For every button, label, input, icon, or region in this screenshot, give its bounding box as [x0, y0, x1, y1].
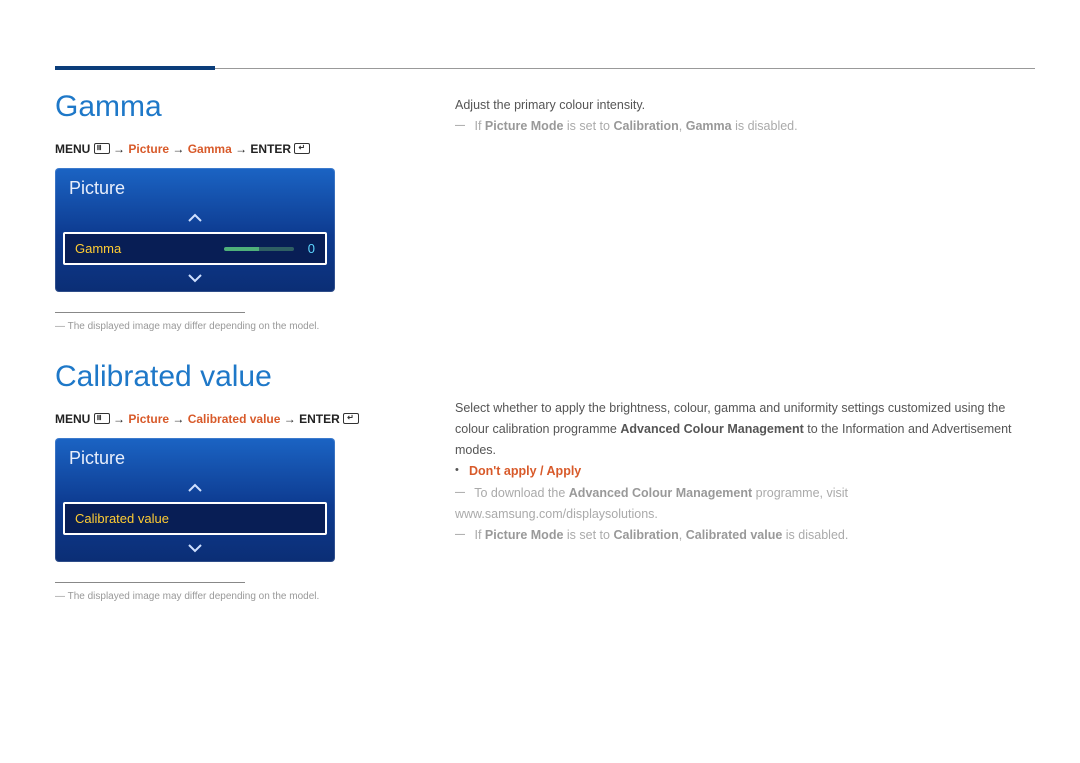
- osd-item-label: Gamma: [75, 241, 121, 256]
- slider-icon: [224, 247, 294, 251]
- enter-icon: [294, 143, 310, 154]
- breadcrumb-menu: MENU: [55, 412, 90, 426]
- breadcrumb-menu: MENU: [55, 142, 90, 156]
- top-rule-accent: [55, 66, 215, 70]
- enter-icon: [343, 413, 359, 424]
- breadcrumb-enter: ENTER: [250, 142, 291, 156]
- divider: [55, 312, 245, 313]
- osd-item-gamma[interactable]: Gamma 0: [63, 232, 327, 265]
- footnote-calibrated: ― The displayed image may differ dependi…: [55, 591, 395, 602]
- menu-icon: [94, 143, 110, 154]
- osd-title: Picture: [55, 168, 335, 209]
- divider: [55, 582, 245, 583]
- osd-item-value: 0: [308, 241, 315, 256]
- scroll-down-button[interactable]: [55, 269, 335, 292]
- note-gamma: If Picture Mode is set to Calibration, G…: [455, 116, 1035, 137]
- note-download: To download the Advanced Colour Manageme…: [455, 483, 1035, 526]
- osd-item-calibrated[interactable]: Calibrated value: [63, 502, 327, 535]
- breadcrumb-picture: Picture: [128, 142, 169, 156]
- menu-icon: [94, 413, 110, 424]
- footnote-gamma: ― The displayed image may differ dependi…: [55, 321, 395, 332]
- chevron-up-icon: [188, 483, 202, 493]
- breadcrumb-calibrated: MENU → Picture → Calibrated value → ENTE…: [55, 412, 395, 426]
- breadcrumb-gamma: MENU → Picture → Gamma → ENTER: [55, 142, 395, 156]
- desc-gamma: Adjust the primary colour intensity.: [455, 95, 1035, 116]
- osd-panel-calibrated: Picture Calibrated value: [55, 438, 335, 562]
- note-calibrated: If Picture Mode is set to Calibration, C…: [455, 525, 1035, 546]
- breadcrumb-enter: ENTER: [299, 412, 340, 426]
- osd-panel-gamma: Picture Gamma 0: [55, 168, 335, 292]
- heading-calibrated: Calibrated value: [55, 360, 395, 394]
- options-calibrated: Don't apply / Apply: [455, 461, 1035, 482]
- chevron-down-icon: [188, 543, 202, 553]
- heading-gamma: Gamma: [55, 90, 395, 124]
- scroll-up-button[interactable]: [55, 479, 335, 502]
- osd-item-label: Calibrated value: [75, 511, 169, 526]
- desc-calibrated: Select whether to apply the brightness, …: [455, 398, 1035, 462]
- chevron-down-icon: [188, 273, 202, 283]
- scroll-up-button[interactable]: [55, 209, 335, 232]
- breadcrumb-calibrated-step: Calibrated value: [188, 412, 281, 426]
- scroll-down-button[interactable]: [55, 539, 335, 562]
- breadcrumb-gamma-step: Gamma: [188, 142, 232, 156]
- chevron-up-icon: [188, 213, 202, 223]
- osd-title: Picture: [55, 438, 335, 479]
- breadcrumb-picture: Picture: [128, 412, 169, 426]
